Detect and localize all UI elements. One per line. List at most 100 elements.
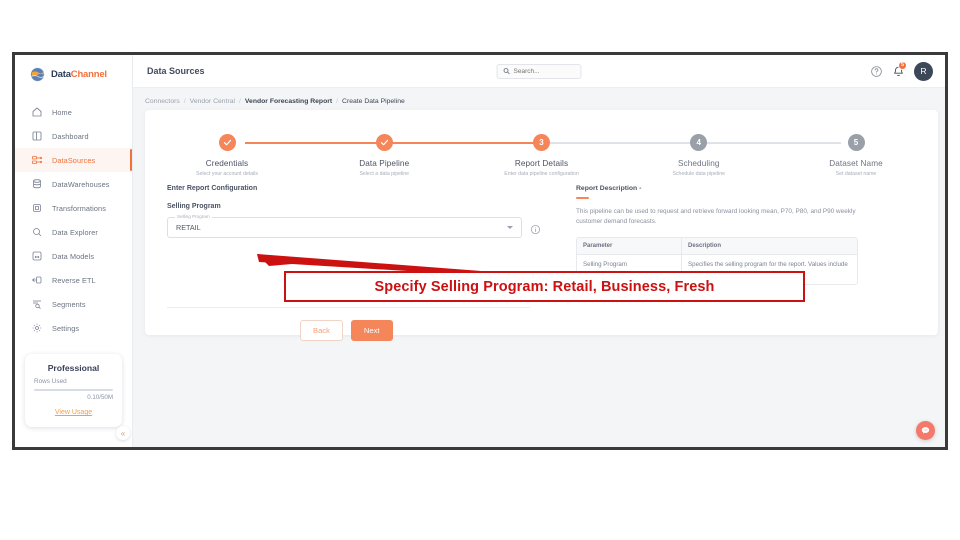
step-title: Dataset Name xyxy=(829,159,883,168)
sidebar-item-dashboard[interactable]: Dashboard xyxy=(15,124,132,148)
table-header-parameter: Parameter xyxy=(577,238,682,255)
sidebar-item-home[interactable]: Home xyxy=(15,100,132,124)
step-scheduling[interactable]: 4 Scheduling Schedule data pipeline xyxy=(639,134,759,177)
sidebar-item-data-explorer[interactable]: Data Explorer xyxy=(15,220,132,244)
step-bubble: 5 xyxy=(847,134,865,151)
sidebar-item-label: Dashboard xyxy=(52,131,89,141)
breadcrumb-item-create-data-pipeline: Create Data Pipeline xyxy=(342,98,405,105)
form-divider xyxy=(167,306,530,308)
breadcrumb-item-vendor-central[interactable]: Vendor Central xyxy=(190,98,235,105)
sidebar-item-data-models[interactable]: Data Models xyxy=(15,244,132,268)
top-bar-actions: 5 R xyxy=(870,60,933,81)
sidebar-item-datawarehouses[interactable]: DataWarehouses xyxy=(15,172,132,196)
table-header-row: Parameter Description xyxy=(577,238,857,256)
sidebar-item-label: Data Models xyxy=(52,251,95,261)
step-subtitle: Select a data pipeline xyxy=(359,171,410,177)
selling-program-label: Selling Program xyxy=(167,203,221,210)
sidebar: DataChannel Home Dashboard DataSources D… xyxy=(15,55,133,447)
sidebar-item-reverse-etl[interactable]: Reverse ETL xyxy=(15,268,132,292)
search-input[interactable] xyxy=(513,67,576,75)
step-data-pipeline[interactable]: Data Pipeline Select a data pipeline xyxy=(324,134,444,177)
selling-program-select[interactable]: Selling Program RETAIL xyxy=(167,214,522,238)
step-title: Scheduling xyxy=(677,159,720,168)
breadcrumb-separator: / xyxy=(239,98,241,105)
sidebar-item-label: Settings xyxy=(52,323,80,333)
explorer-icon xyxy=(31,226,43,238)
step-title: Report Details xyxy=(514,159,569,168)
report-description-title: Report Description - xyxy=(576,185,642,192)
sidebar-item-label: Data Explorer xyxy=(52,227,98,237)
annotation-text: Specify Selling Program: Retail, Busines… xyxy=(374,278,715,295)
back-button[interactable]: Back xyxy=(300,319,343,341)
page-title: Data Sources xyxy=(147,66,205,76)
chevron-down-icon[interactable] xyxy=(507,226,513,229)
step-bubble xyxy=(218,134,236,151)
sidebar-item-segments[interactable]: Segments xyxy=(15,292,132,316)
step-title: Data Pipeline xyxy=(359,159,410,168)
sidebar-collapse-button[interactable]: « xyxy=(116,426,130,440)
avatar[interactable]: R xyxy=(914,61,933,81)
step-report-details[interactable]: 3 Report Details Enter data pipeline con… xyxy=(482,134,602,177)
wizard-stepper: Credentials Select your account details … xyxy=(167,134,916,177)
usage-value: 0.10/50M xyxy=(87,394,113,401)
transformations-icon xyxy=(31,202,43,214)
notifications-button[interactable]: 5 xyxy=(892,60,907,78)
table-header-description: Description xyxy=(688,243,722,250)
step-subtitle: Set dataset name xyxy=(835,171,877,177)
globe-logo-icon xyxy=(29,66,46,83)
sidebar-item-settings[interactable]: Settings xyxy=(15,316,132,340)
sidebar-item-datasources[interactable]: DataSources xyxy=(15,148,132,172)
usage-progress-bar xyxy=(34,388,113,391)
datasources-icon xyxy=(31,154,43,166)
database-icon xyxy=(31,178,43,190)
breadcrumb-separator: / xyxy=(336,98,339,105)
report-description-panel: Report Description - This pipeline can b… xyxy=(576,185,866,285)
sidebar-nav: Home Dashboard DataSources DataWarehouse… xyxy=(15,100,132,340)
view-usage-link[interactable]: View Usage xyxy=(55,409,92,416)
wizard-actions: Back Next xyxy=(300,319,938,341)
brand-logo-area[interactable]: DataChannel xyxy=(15,55,132,94)
annotation-callout: Specify Selling Program: Retail, Busines… xyxy=(284,271,805,302)
models-icon xyxy=(31,250,43,262)
brand-text: DataChannel xyxy=(51,69,107,80)
breadcrumb-item-vendor-forecasting-report[interactable]: Vendor Forecasting Report xyxy=(245,98,332,105)
help-circle-icon[interactable] xyxy=(870,65,883,78)
selling-program-row: Selling Program RETAIL xyxy=(167,214,562,238)
sidebar-item-transformations[interactable]: Transformations xyxy=(15,196,132,220)
dashboard-icon xyxy=(31,130,43,142)
title-underline xyxy=(576,197,589,200)
next-button[interactable]: Next xyxy=(350,319,393,341)
step-dataset-name[interactable]: 5 Dataset Name Set dataset name xyxy=(796,134,916,177)
sidebar-item-label: DataSources xyxy=(52,155,96,165)
step-bubble xyxy=(375,134,393,151)
rows-used-label: Rows Used xyxy=(34,377,67,385)
sidebar-item-label: Transformations xyxy=(52,203,106,213)
brand-text-data: Data xyxy=(51,69,71,80)
selling-program-value: RETAIL xyxy=(176,223,201,232)
step-title: Credentials xyxy=(205,159,249,168)
step-bubble: 3 xyxy=(533,134,550,151)
report-description-text: This pipeline can be used to request and… xyxy=(576,208,856,226)
reverse-etl-icon xyxy=(31,274,43,286)
step-subtitle: Select your account details xyxy=(196,171,258,177)
step-credentials[interactable]: Credentials Select your account details xyxy=(167,134,287,177)
brand-text-channel: Channel xyxy=(70,69,107,80)
plan-tier: Professional xyxy=(47,362,100,373)
form-section-title: Enter Report Configuration xyxy=(167,185,258,192)
top-bar: Data Sources Search... 5 R xyxy=(133,55,945,88)
step-subtitle: Schedule data pipeline xyxy=(672,171,726,177)
step-bubble: 4 xyxy=(690,134,708,151)
sidebar-item-label: Segments xyxy=(52,299,86,309)
breadcrumb-item-connectors[interactable]: Connectors xyxy=(145,98,180,105)
selling-program-floating-label: Selling Program xyxy=(175,214,212,219)
sidebar-item-label: Home xyxy=(52,107,72,117)
breadcrumb-separator: / xyxy=(183,98,186,105)
chat-bubble-icon[interactable] xyxy=(916,421,935,440)
step-subtitle: Enter data pipeline configuration xyxy=(504,171,579,177)
info-circle-icon[interactable] xyxy=(530,222,541,235)
search-icon xyxy=(503,62,511,80)
search-box[interactable] xyxy=(496,62,582,80)
sidebar-item-label: Reverse ETL xyxy=(52,275,96,285)
breadcrumb: Connectors / Vendor Central / Vendor For… xyxy=(133,88,945,105)
sidebar-item-label: DataWarehouses xyxy=(52,179,110,189)
